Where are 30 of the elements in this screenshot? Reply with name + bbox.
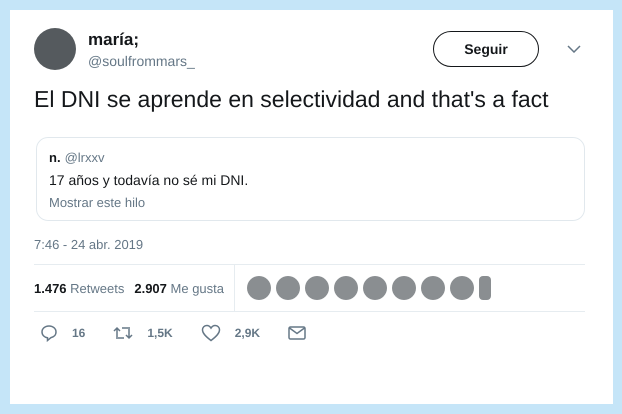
timestamp: 7:46 - 24 abr. 2019 (34, 237, 144, 252)
retweet-icon[interactable] (113, 325, 134, 341)
quoted-author-handle: @lrxxv (64, 150, 104, 165)
liker-avatar-placeholder[interactable] (450, 276, 474, 300)
author-handle: @soulfrommars_ (88, 52, 196, 68)
liker-avatar-placeholder[interactable] (363, 276, 387, 300)
liker-avatar-placeholder[interactable] (247, 276, 271, 300)
stat-link[interactable]: 2.907 Me gusta (134, 280, 224, 296)
action-count: 2,9K (234, 326, 260, 340)
avatar-placeholder (34, 28, 76, 70)
show-thread-link[interactable]: Mostrar este hilo (49, 195, 572, 210)
action-count: 1,5K (147, 326, 173, 340)
reply-icon[interactable] (40, 324, 58, 342)
liker-avatar-placeholder[interactable] (276, 276, 300, 300)
liker-avatar-placeholder[interactable] (479, 276, 491, 300)
quoted-tweet[interactable]: n. @lrxxv 17 años y todavía no sé mi DNI. Mostrar este hilo (36, 137, 585, 221)
envelope-icon[interactable] (288, 326, 306, 340)
action-count: 16 (72, 326, 86, 340)
quoted-tweet-text: 17 años y todavía no sé mi DNI. (49, 172, 250, 188)
liker-avatar-placeholder[interactable] (334, 276, 358, 300)
liker-avatar-placeholder[interactable] (421, 276, 445, 300)
author-name: maría; (88, 30, 140, 50)
quoted-author-name: n. (49, 150, 61, 165)
chevron-down-icon[interactable] (567, 45, 581, 53)
stat-link[interactable]: 1.476 Retweets (34, 280, 124, 296)
liker-avatar-placeholder[interactable] (305, 276, 329, 300)
tweet-text: El DNI se aprende en selectividad and that's a fact (34, 85, 550, 114)
heart-icon[interactable] (200, 324, 221, 342)
follow-button[interactable]: Seguir (433, 31, 539, 67)
liker-avatar-placeholder[interactable] (392, 276, 416, 300)
